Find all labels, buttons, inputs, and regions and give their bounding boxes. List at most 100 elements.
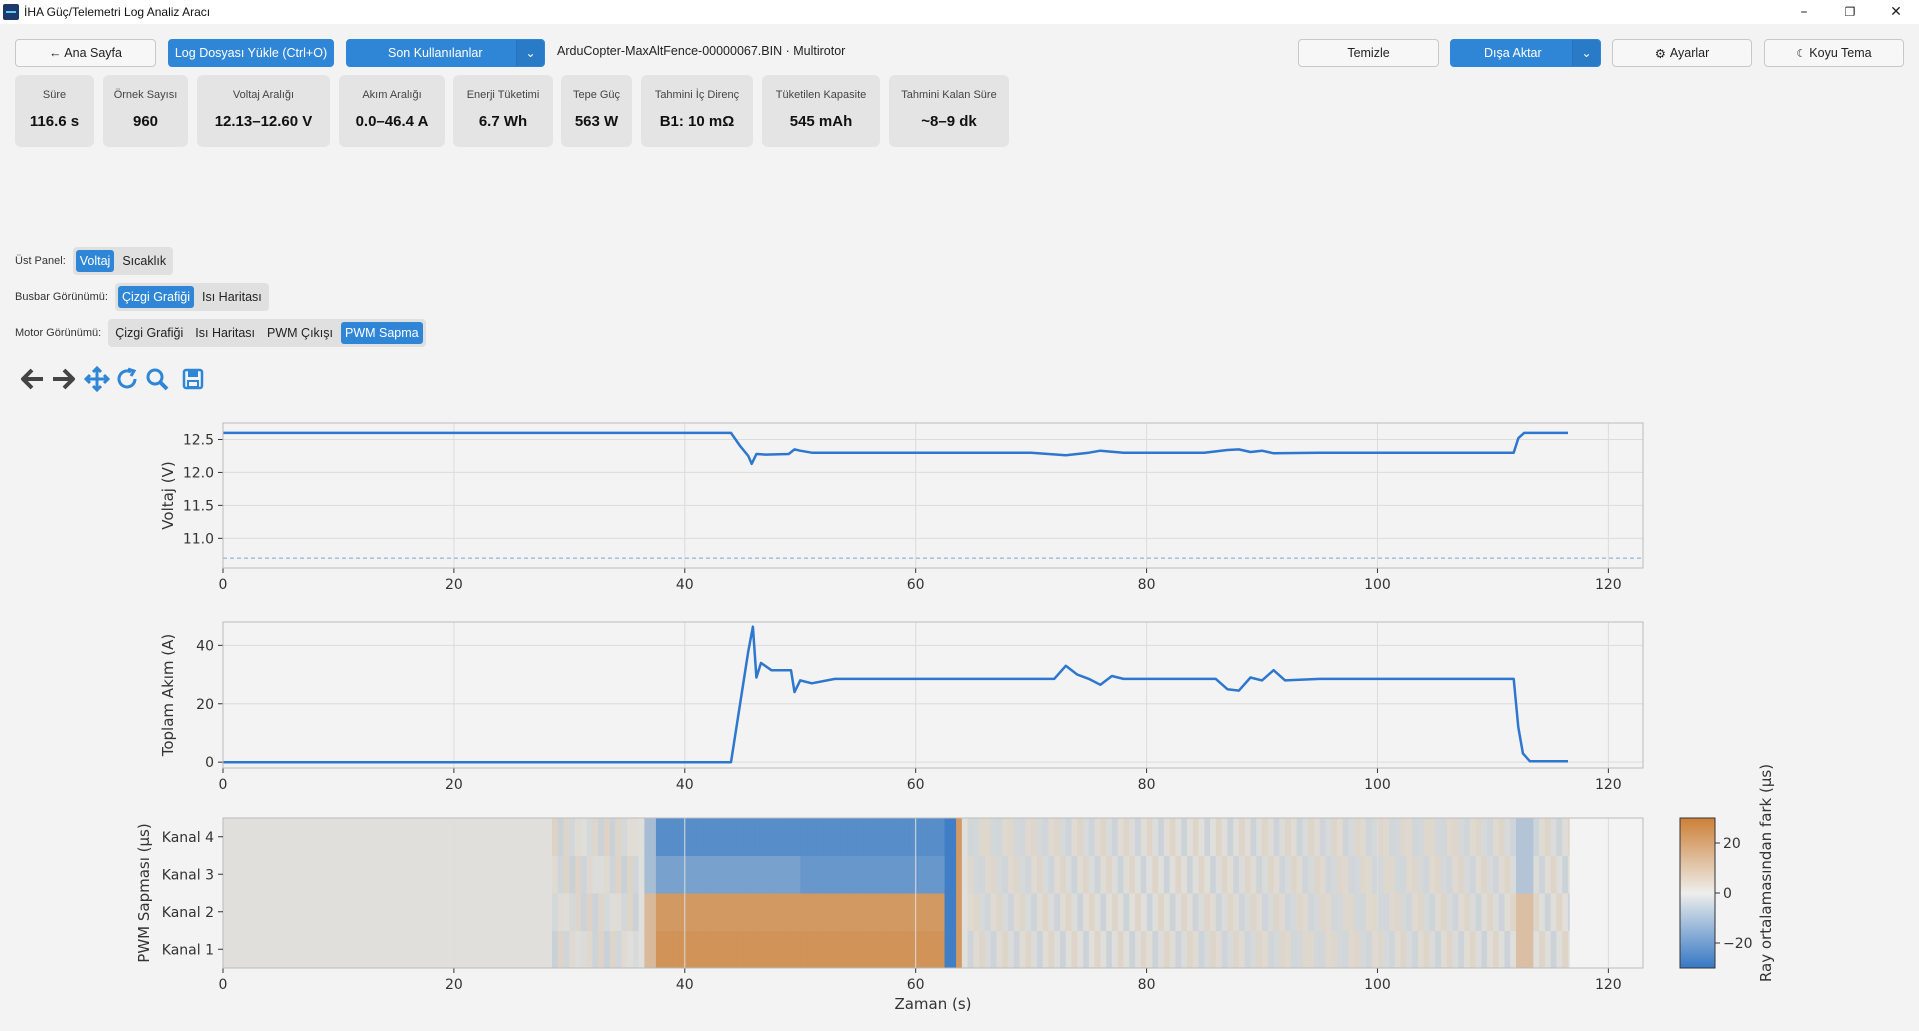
heatmap-cell <box>967 930 974 969</box>
motor-option-pwm-output[interactable]: PWM Çıkışı <box>263 322 337 344</box>
heatmap-cell <box>696 893 703 931</box>
heatmap-cell <box>407 930 415 969</box>
heatmap-cell <box>1412 930 1419 969</box>
heatmap-cell <box>425 818 432 856</box>
clear-button[interactable]: Temizle <box>1298 39 1439 67</box>
dark-theme-label: Koyu Tema <box>1809 46 1872 60</box>
heatmap-cell <box>1094 818 1101 856</box>
heatmap-cell <box>476 930 484 969</box>
channel-row-label: Kanal 1 <box>162 942 214 958</box>
chevron-down-icon[interactable]: ⌄ <box>1572 40 1600 66</box>
heatmap-cell <box>1106 893 1113 931</box>
heatmap-cell <box>1458 930 1465 969</box>
heatmap-cell <box>482 855 490 894</box>
heatmap-cell <box>754 930 761 969</box>
motor-option-line-chart[interactable]: Çizgi Grafiği <box>111 322 187 344</box>
export-dropdown[interactable]: Dışa Aktar ⌄ <box>1450 39 1601 67</box>
heatmap-cell <box>1302 818 1309 856</box>
back-arrow-icon[interactable] <box>18 364 48 394</box>
restore-icon[interactable]: ❐ <box>1827 0 1873 24</box>
x-tick-label: 0 <box>219 977 228 993</box>
busbar-option-line-chart[interactable]: Çizgi Grafiği <box>117 286 195 308</box>
heatmap-cell <box>638 818 645 856</box>
heatmap-cell <box>1094 855 1101 894</box>
heatmap-cell <box>1135 818 1142 856</box>
heatmap-cell <box>1562 930 1569 969</box>
heatmap-cell <box>1308 855 1315 894</box>
heatmap-cell <box>1342 893 1350 931</box>
heatmap-cell <box>944 930 951 969</box>
heatmap-cell <box>378 855 386 894</box>
busbar-option-heatmap[interactable]: Isı Haritası <box>198 286 266 308</box>
chevron-down-icon[interactable]: ⌄ <box>516 40 544 66</box>
heatmap-cell <box>834 855 842 894</box>
heatmap-cell <box>1429 855 1436 894</box>
zoom-magnifier-icon[interactable] <box>142 364 172 394</box>
heatmap-cell <box>274 855 282 894</box>
motor-option-heatmap[interactable]: Isı Haritası <box>191 322 259 344</box>
heatmap-cell <box>904 893 911 931</box>
heatmap-cell <box>280 855 288 894</box>
heatmap-cell <box>436 818 443 856</box>
heatmap-cell <box>1516 893 1523 931</box>
minimize-icon[interactable]: – <box>1781 0 1827 24</box>
heatmap-cell <box>927 893 934 931</box>
heatmap-cell <box>586 893 594 931</box>
heatmap-cell <box>563 818 570 856</box>
home-button[interactable]: ← Ana Sayfa <box>15 39 156 67</box>
heatmap-cell <box>725 818 732 856</box>
settings-button[interactable]: ⚙ Ayarlar <box>1612 39 1752 67</box>
dark-theme-button[interactable]: ☾ Koyu Tema <box>1764 39 1904 67</box>
heatmap-cell <box>655 818 663 856</box>
heatmap-cell <box>938 855 946 894</box>
heatmap-cell <box>1227 930 1234 969</box>
heatmap-cell <box>1389 818 1396 856</box>
heatmap-cell <box>1423 818 1431 856</box>
forward-arrow-icon[interactable] <box>48 364 78 394</box>
heatmap-cell <box>1342 855 1350 894</box>
heatmap-cell <box>1244 893 1252 931</box>
heatmap-cell <box>1556 930 1563 969</box>
heatmap-cell <box>1025 893 1032 931</box>
heatmap-cell <box>725 930 732 969</box>
reset-view-icon[interactable] <box>112 364 142 394</box>
stat-label: Tüketilen Kapasite <box>775 89 867 101</box>
heatmap-cell <box>1475 818 1482 856</box>
heatmap-cell <box>1475 893 1482 931</box>
heatmap-cell <box>407 893 415 931</box>
heatmap-cell <box>765 930 772 969</box>
motor-option-pwm-deviation[interactable]: PWM Sapma <box>341 322 423 344</box>
heatmap-cell <box>401 818 409 856</box>
heatmap-cell <box>1042 855 1050 894</box>
heatmap-cell <box>332 855 340 894</box>
heatmap-cell <box>973 855 980 894</box>
recent-files-dropdown[interactable]: Son Kullanılanlar ⌄ <box>346 39 545 67</box>
load-log-button[interactable]: Log Dosyası Yükle (Ctrl+O) <box>168 39 334 67</box>
heatmap-cell <box>1175 818 1182 856</box>
heatmap-cell <box>1273 855 1280 894</box>
top-panel-option-voltage[interactable]: Voltaj <box>75 250 115 272</box>
heatmap-cell <box>1389 893 1396 931</box>
stat-label: Tahmini İç Direnç <box>654 89 740 101</box>
heatmap-cell <box>349 855 357 894</box>
heatmap-cell <box>1019 818 1026 856</box>
heatmap-cell <box>1198 930 1205 969</box>
heatmap-cell <box>1210 818 1217 856</box>
top-panel-option-temperature[interactable]: Sıcaklık <box>118 250 170 272</box>
heatmap-cell <box>425 893 432 931</box>
close-icon[interactable]: ✕ <box>1873 0 1919 24</box>
plots-area[interactable]: 11.0 11.5 12.0 12.5 0 20 40 60 80 100 120 Voltaj (V… <box>0 400 1919 1020</box>
heatmap-cell <box>1077 930 1084 969</box>
heatmap-cell <box>684 818 692 856</box>
x-tick-label: 40 <box>676 777 694 793</box>
heatmap-cell <box>904 818 911 856</box>
heatmap-cell <box>1365 855 1373 894</box>
save-figure-icon[interactable] <box>178 364 208 394</box>
pan-move-icon[interactable] <box>82 364 112 394</box>
heatmap-cell <box>1308 893 1315 931</box>
heatmap-cell <box>1215 818 1223 856</box>
heatmap-cell <box>1204 893 1211 931</box>
heatmap-cell <box>1365 930 1373 969</box>
heatmap-cell <box>846 893 853 931</box>
heatmap-cell <box>1539 818 1546 856</box>
